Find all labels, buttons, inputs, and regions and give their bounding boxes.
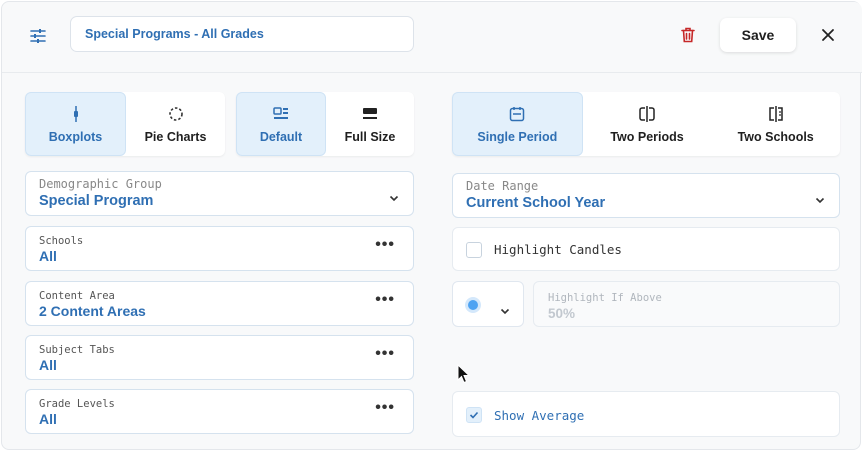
- date-range-label: Date Range: [466, 179, 539, 193]
- two-schools-option[interactable]: Two Schools: [711, 92, 840, 156]
- calendar-icon: [509, 105, 525, 123]
- subject-tabs-label: Subject Tabs: [39, 344, 115, 356]
- highlight-if-above-label: Highlight If Above: [548, 292, 662, 304]
- two-periods-option[interactable]: Two Periods: [583, 92, 712, 156]
- chevron-down-icon: [389, 189, 399, 207]
- highlight-candles-row[interactable]: Highlight Candles: [452, 227, 840, 271]
- default-size-option[interactable]: Default: [236, 92, 326, 156]
- split-compare-icon: [638, 105, 656, 123]
- show-average-label: Show Average: [494, 408, 585, 423]
- grade-levels-value: All: [39, 411, 57, 427]
- content-area-value: 2 Content Areas: [39, 303, 146, 319]
- highlight-if-above-placeholder: 50%: [548, 306, 576, 321]
- boxplots-label: Boxplots: [48, 129, 103, 144]
- content-area-label: Content Area: [39, 290, 115, 302]
- chart-type-toggle: Boxplots Pie Charts: [25, 92, 225, 156]
- pie-charts-option[interactable]: Pie Charts: [126, 92, 225, 156]
- highlight-if-above-input[interactable]: Highlight If Above 50%: [533, 281, 840, 327]
- date-range-select[interactable]: Date Range Current School Year: [452, 173, 840, 218]
- schools-label: Schools: [39, 235, 84, 247]
- color-dot-icon: [468, 300, 478, 310]
- content-area-field[interactable]: Content Area 2 Content Areas •••: [25, 281, 414, 326]
- highlight-color-picker[interactable]: [452, 281, 524, 327]
- mouse-cursor-icon: [457, 363, 471, 389]
- boxplot-icon: [72, 105, 80, 123]
- full-size-icon: [362, 105, 378, 123]
- two-periods-label: Two Periods: [610, 129, 684, 144]
- split-compare-icon: [767, 105, 785, 123]
- show-average-checkbox[interactable]: [466, 407, 482, 423]
- schools-field[interactable]: Schools All •••: [25, 226, 414, 271]
- pie-charts-label: Pie Charts: [144, 129, 207, 144]
- highlight-candles-label: Highlight Candles: [494, 242, 622, 257]
- date-range-value: Current School Year: [466, 195, 606, 211]
- show-average-row[interactable]: Show Average: [452, 391, 840, 437]
- two-schools-label: Two Schools: [737, 129, 814, 144]
- subject-tabs-field[interactable]: Subject Tabs All •••: [25, 335, 414, 380]
- full-size-label: Full Size: [344, 129, 396, 144]
- default-layout-icon: [273, 105, 289, 123]
- demographic-group-select[interactable]: Demographic Group Special Program: [25, 171, 414, 216]
- size-toggle: Default Full Size: [236, 92, 414, 156]
- highlight-candles-checkbox[interactable]: [466, 242, 482, 258]
- pie-chart-icon: [168, 105, 184, 123]
- trash-icon[interactable]: [677, 24, 699, 46]
- more-options-icon[interactable]: •••: [375, 400, 395, 416]
- chevron-down-icon: [500, 302, 510, 320]
- default-size-label: Default: [259, 129, 303, 144]
- chevron-down-icon: [815, 191, 825, 209]
- compare-mode-toggle: Single Period Two Periods Two Schools: [452, 92, 840, 156]
- checkmark-icon: [469, 411, 479, 419]
- demographic-group-label: Demographic Group: [39, 177, 162, 191]
- more-options-icon[interactable]: •••: [375, 346, 395, 362]
- boxplots-option[interactable]: Boxplots: [25, 92, 126, 156]
- filter-sliders-icon[interactable]: [26, 24, 50, 48]
- close-icon[interactable]: [817, 24, 839, 46]
- grade-levels-field[interactable]: Grade Levels All •••: [25, 389, 414, 434]
- more-options-icon[interactable]: •••: [375, 237, 395, 253]
- schools-value: All: [39, 248, 57, 264]
- save-button[interactable]: Save: [720, 18, 796, 52]
- single-period-option[interactable]: Single Period: [452, 92, 583, 156]
- title-input[interactable]: Special Programs - All Grades: [70, 16, 414, 52]
- demographic-group-value: Special Program: [39, 193, 154, 209]
- full-size-option[interactable]: Full Size: [326, 92, 414, 156]
- subject-tabs-value: All: [39, 357, 57, 373]
- grade-levels-label: Grade Levels: [39, 398, 115, 410]
- settings-panel: Special Programs - All Grades Save Boxpl…: [1, 1, 862, 450]
- single-period-label: Single Period: [477, 129, 558, 144]
- panel-header: Special Programs - All Grades Save: [2, 2, 862, 73]
- more-options-icon[interactable]: •••: [375, 292, 395, 308]
